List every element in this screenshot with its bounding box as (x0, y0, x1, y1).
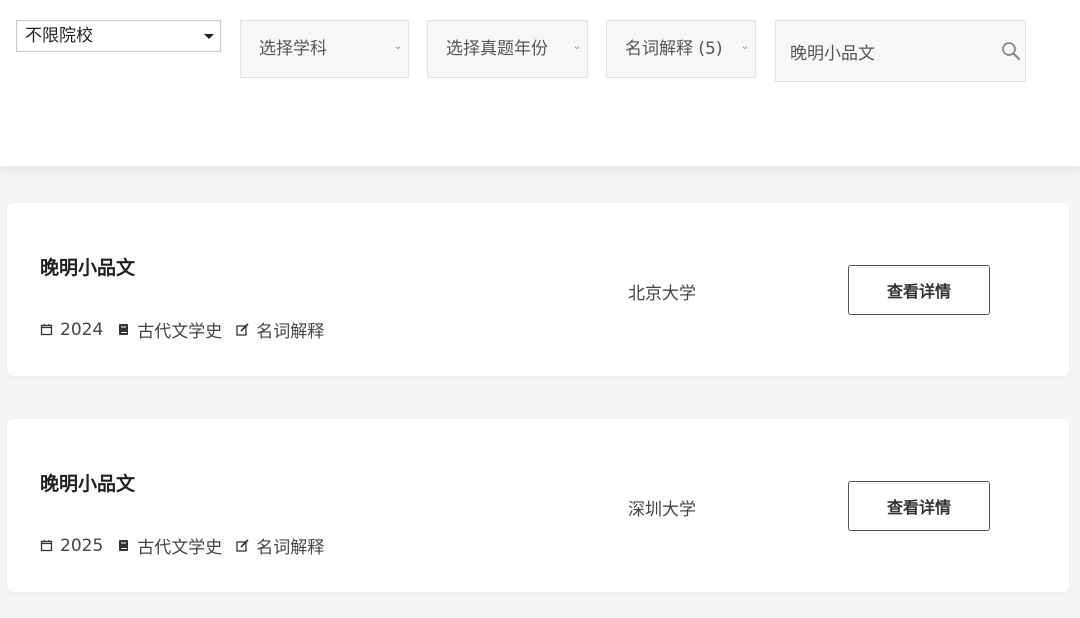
result-meta: 2024 古代文学史 名词解释 (40, 317, 338, 342)
chevron-down-icon: ⌄ (572, 41, 581, 52)
filter-bar: 不限院校 选择学科 ⌄ 选择真题年份 ⌄ 名词解释 (5) ⌄ (0, 0, 1080, 166)
caret-down-icon (204, 34, 214, 39)
search-icon[interactable] (1001, 41, 1021, 61)
search-input[interactable] (776, 21, 986, 81)
result-card: 晚明小品文 2024 古代文学史 名词解释 北京大学 查看详情 (7, 203, 1069, 376)
subject-dropdown-label: 选择学科 (259, 39, 327, 59)
search-box (775, 20, 1026, 82)
result-meta: 2025 古代文学史 名词解释 (40, 533, 338, 558)
result-title[interactable]: 晚明小品文 (40, 469, 135, 496)
result-type: 名词解释 (256, 322, 325, 342)
type-dropdown-label: 名词解释 (5) (625, 39, 723, 59)
chevron-down-icon: ⌄ (393, 41, 402, 52)
subject-dropdown[interactable]: 选择学科 ⌄ (240, 20, 409, 78)
result-school: 北京大学 (628, 284, 696, 304)
result-subject: 古代文学史 (137, 322, 223, 342)
view-details-button[interactable]: 查看详情 (848, 481, 990, 531)
calendar-icon (40, 324, 53, 336)
result-year: 2024 (60, 319, 104, 340)
type-dropdown[interactable]: 名词解释 (5) ⌄ (606, 20, 756, 78)
calendar-icon (40, 540, 53, 552)
school-select-value: 不限院校 (25, 26, 93, 46)
result-year: 2025 (60, 535, 104, 556)
school-select[interactable]: 不限院校 (16, 20, 221, 52)
result-school: 深圳大学 (628, 500, 696, 520)
book-icon (119, 324, 129, 335)
result-card: 晚明小品文 2025 古代文学史 名词解释 深圳大学 查看详情 (7, 419, 1069, 592)
view-details-button[interactable]: 查看详情 (848, 265, 990, 315)
edit-icon (236, 323, 249, 336)
result-type: 名词解释 (256, 538, 325, 558)
year-dropdown-label: 选择真题年份 (446, 39, 548, 59)
chevron-down-icon: ⌄ (740, 41, 749, 52)
edit-icon (236, 539, 249, 552)
year-dropdown[interactable]: 选择真题年份 ⌄ (427, 20, 588, 78)
result-subject: 古代文学史 (137, 538, 223, 558)
book-icon (119, 540, 129, 551)
result-title[interactable]: 晚明小品文 (40, 253, 135, 280)
